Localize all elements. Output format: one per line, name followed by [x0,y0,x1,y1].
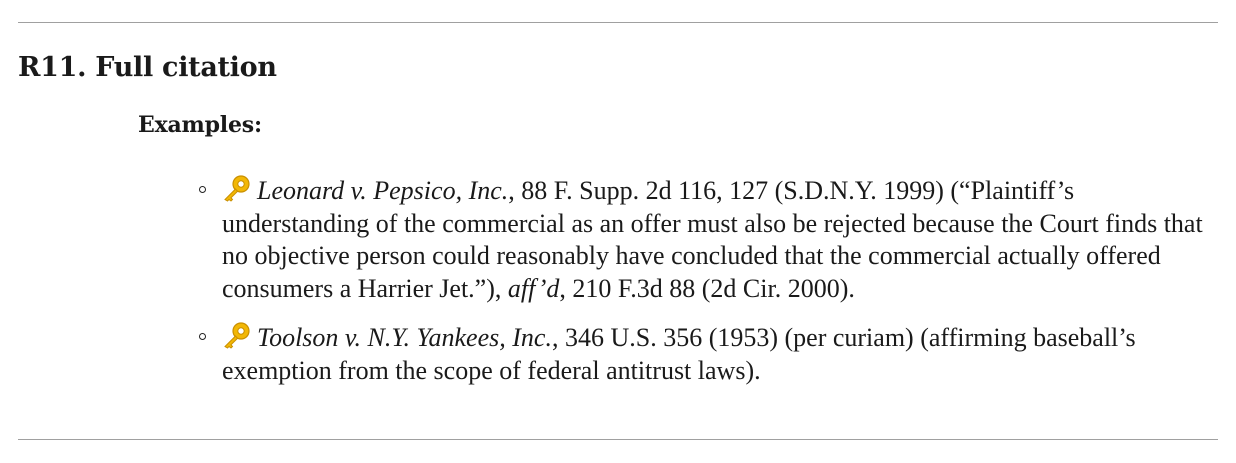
case-name: Toolson v. N.Y. Yankees, Inc. [257,323,552,352]
old-key-icon [222,321,252,349]
list-item: Toolson v. N.Y. Yankees, Inc., 346 U.S. … [198,321,1218,387]
top-divider [18,22,1218,23]
hollow-bullet-icon [199,333,206,340]
examples-label: Examples: [138,112,262,138]
history-signal: aff’d [507,273,560,303]
bottom-divider [18,439,1218,440]
hollow-bullet-icon [199,186,206,193]
section-heading: R11. Full citation [18,52,277,83]
history-citation: , 210 F.3d 88 (2d Cir. 2000). [559,273,855,303]
old-key-icon [222,174,252,202]
list-item: Leonard v. Pepsico, Inc., 88 F. Supp. 2d… [198,174,1218,305]
examples-list: Leonard v. Pepsico, Inc., 88 F. Supp. 2d… [198,174,1218,403]
case-name: Leonard v. Pepsico, Inc. [257,176,509,205]
